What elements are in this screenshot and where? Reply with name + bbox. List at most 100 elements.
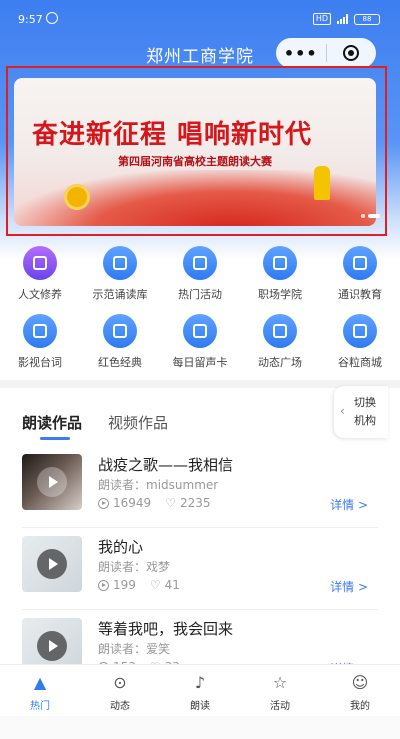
tab-me[interactable]: ☺ 我的 bbox=[320, 665, 400, 716]
icon-glyph bbox=[33, 256, 47, 270]
icon-glyph bbox=[273, 324, 287, 338]
icon-glyph bbox=[113, 324, 127, 338]
menu-item-label: 谷粒商城 bbox=[338, 356, 382, 369]
tab-label: 动态 bbox=[110, 701, 130, 712]
feature-menu: 人文修养 示范诵读库 热门活动 职场学院 通识教育影视台词 红色经典 每日留声卡 动态广场 谷粒… bbox=[0, 244, 400, 380]
menu-item[interactable]: 职场学院 bbox=[240, 244, 320, 312]
menu-item[interactable]: 人文修养 bbox=[0, 244, 80, 312]
waveform-icon bbox=[183, 314, 217, 348]
icon-glyph bbox=[33, 324, 47, 338]
detail-link[interactable]: 详情 > bbox=[330, 578, 368, 595]
tab-reading-works[interactable]: 朗读作品 bbox=[22, 412, 82, 433]
play-count: 16949 bbox=[113, 496, 152, 510]
menu-item-label: 动态广场 bbox=[258, 356, 302, 369]
status-time: 9:57 bbox=[18, 13, 43, 26]
status-indicators: HD 88 bbox=[312, 13, 380, 25]
switch-org-label-1: 切换 bbox=[354, 396, 376, 409]
broadcast-icon: ⊙ bbox=[113, 672, 127, 692]
work-reader: 朗读者：midsummer bbox=[98, 478, 219, 492]
battery-icon: 88 bbox=[354, 13, 380, 25]
tab-activity[interactable]: ☆ 活动 bbox=[240, 665, 320, 716]
list-divider bbox=[22, 609, 378, 610]
work-stats: 199 ♡ 41 bbox=[98, 578, 180, 592]
play-icon bbox=[37, 549, 67, 579]
book-icon bbox=[23, 246, 57, 280]
switch-organization-button[interactable]: ‹ 切换 机构 bbox=[334, 386, 388, 438]
more-button[interactable]: ••• bbox=[276, 44, 326, 63]
play-icon bbox=[37, 467, 67, 497]
bottom-safe-area bbox=[0, 716, 400, 739]
signal-icon bbox=[337, 14, 348, 24]
bottom-tab-bar: ▲ 热门 ⊙ 动态 ♪ 朗读 ☆ 活动 ☺ 我的 bbox=[0, 664, 400, 716]
menu-item[interactable]: 影视台词 bbox=[0, 312, 80, 380]
building-icon bbox=[263, 246, 297, 280]
work-reader: 朗读者：爱笑 bbox=[98, 642, 171, 656]
tab-label: 朗读 bbox=[190, 701, 210, 712]
alarm-icon bbox=[46, 12, 58, 24]
hd-icon: HD bbox=[312, 13, 331, 25]
menu-item[interactable]: 热门活动 bbox=[160, 244, 240, 312]
close-button[interactable] bbox=[327, 45, 377, 61]
work-title: 等着我吧，我会回来 bbox=[98, 620, 234, 638]
tab-hot[interactable]: ▲ 热门 bbox=[0, 665, 80, 716]
microphone-icon: ♪ bbox=[194, 672, 206, 692]
list-item[interactable]: 战疫之歌——我相信 朗读者：midsummer 16949 ♡ 2235 详情 … bbox=[0, 448, 400, 528]
play-icon bbox=[37, 631, 67, 661]
work-title: 战疫之歌——我相信 bbox=[98, 456, 234, 474]
tab-label: 活动 bbox=[270, 701, 290, 712]
bookmark-star-icon: ☆ bbox=[272, 672, 288, 692]
calendar-icon bbox=[183, 246, 217, 280]
menu-item[interactable]: 示范诵读库 bbox=[80, 244, 160, 312]
detail-link[interactable]: 详情 > bbox=[330, 496, 368, 513]
menu-item-label: 每日留声卡 bbox=[172, 356, 228, 369]
banner-highlight-frame bbox=[6, 66, 387, 236]
tab-label: 热门 bbox=[30, 701, 50, 712]
icon-glyph bbox=[113, 256, 127, 270]
close-target-icon bbox=[343, 45, 360, 61]
tab-read[interactable]: ♪ 朗读 bbox=[160, 665, 240, 716]
work-reader: 朗读者：戏梦 bbox=[98, 560, 171, 574]
work-title: 我的心 bbox=[98, 538, 144, 556]
switch-org-label-2: 机构 bbox=[354, 414, 376, 427]
menu-item[interactable]: 谷粒商城 bbox=[320, 312, 400, 380]
menu-item-label: 人文修养 bbox=[18, 288, 62, 301]
menu-item[interactable]: 通识教育 bbox=[320, 244, 400, 312]
tab-label: 我的 bbox=[350, 701, 370, 712]
heart-icon: ♡ bbox=[149, 578, 161, 592]
play-count-icon bbox=[98, 497, 109, 509]
work-thumbnail bbox=[22, 454, 82, 510]
person-icon bbox=[103, 314, 137, 348]
chevron-left-icon: ‹ bbox=[340, 404, 345, 418]
face-icon bbox=[23, 314, 57, 348]
star-badge-icon bbox=[103, 246, 137, 280]
menu-item-label: 职场学院 bbox=[258, 288, 302, 301]
list-item[interactable]: 我的心 朗读者：戏梦 199 ♡ 41 详情 > bbox=[0, 530, 400, 610]
like-count: 2235 bbox=[179, 496, 211, 510]
like-count: 41 bbox=[164, 578, 180, 592]
menu-item-label: 示范诵读库 bbox=[92, 288, 148, 301]
status-bar: 9:57 HD 88 bbox=[0, 0, 400, 32]
active-tab-indicator bbox=[40, 437, 70, 440]
tab-video-works[interactable]: 视频作品 bbox=[108, 412, 168, 433]
menu-item[interactable]: 动态广场 bbox=[240, 312, 320, 380]
icon-glyph bbox=[353, 256, 367, 270]
menu-item[interactable]: 红色经典 bbox=[80, 312, 160, 380]
miniprogram-capsule: ••• bbox=[276, 38, 376, 68]
broadcast-icon bbox=[263, 314, 297, 348]
menu-item[interactable]: 每日留声卡 bbox=[160, 312, 240, 380]
menu-item-label: 热门活动 bbox=[178, 288, 222, 301]
menu-item-label: 红色经典 bbox=[98, 356, 142, 369]
icon-glyph bbox=[193, 324, 207, 338]
icon-glyph bbox=[193, 256, 207, 270]
work-stats: 16949 ♡ 2235 bbox=[98, 496, 211, 510]
profile-icon: ☺ bbox=[351, 672, 369, 692]
icon-glyph bbox=[273, 256, 287, 270]
tab-feed[interactable]: ⊙ 动态 bbox=[80, 665, 160, 716]
menu-item-label: 影视台词 bbox=[18, 356, 62, 369]
play-count: 199 bbox=[113, 578, 136, 592]
work-thumbnail bbox=[22, 536, 82, 592]
menu-item-label: 通识教育 bbox=[338, 288, 382, 301]
fire-icon: ▲ bbox=[33, 672, 47, 692]
play-count-icon bbox=[98, 579, 109, 591]
list-divider bbox=[22, 527, 378, 528]
